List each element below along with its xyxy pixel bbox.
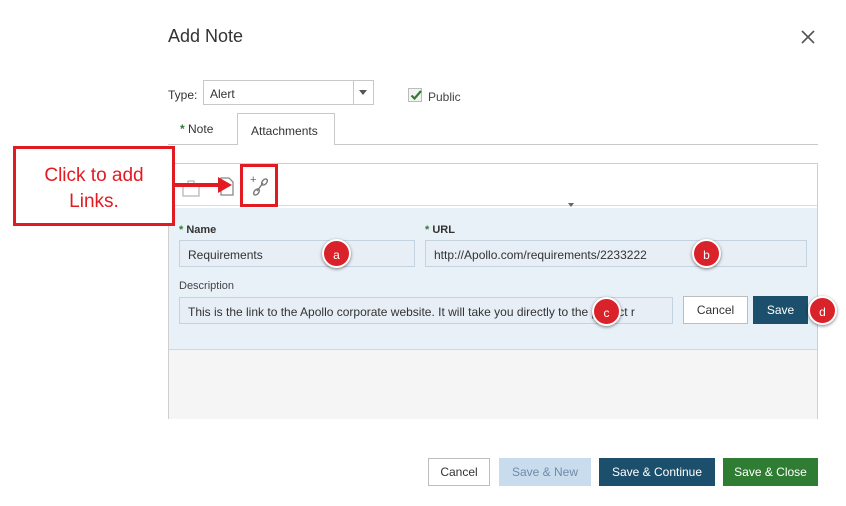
annotation-badge-c: c — [592, 297, 621, 326]
link-save-button[interactable]: Save — [753, 296, 808, 324]
tab-attachments-label: Attachments — [251, 124, 318, 138]
type-select[interactable]: Alert — [203, 80, 374, 105]
close-icon[interactable] — [798, 27, 818, 47]
type-select-value: Alert — [210, 87, 235, 101]
link-form — [169, 208, 817, 349]
delete-icon[interactable] — [180, 178, 202, 203]
type-label: Type: — [168, 88, 198, 102]
annotation-highlight-box — [240, 164, 278, 207]
chevron-down-icon[interactable] — [353, 81, 373, 104]
link-cancel-button[interactable]: Cancel — [683, 296, 748, 324]
callout-line-1: Click to add — [44, 165, 144, 186]
url-input[interactable]: http://Apollo.com/requirements/2233222 — [425, 240, 807, 267]
cancel-button[interactable]: Cancel — [428, 458, 490, 486]
annotation-arrow — [175, 183, 220, 187]
annotation-badge-b: b — [692, 239, 721, 268]
annotation-callout: Click to add Links. — [13, 146, 175, 226]
required-mark: * — [180, 122, 185, 136]
attachments-grid-empty — [169, 349, 817, 419]
tab-attachments[interactable]: Attachments — [237, 113, 335, 145]
public-checkbox[interactable] — [408, 88, 422, 102]
tab-note-label: Note — [188, 122, 214, 136]
name-input[interactable]: Requirements — [179, 240, 415, 267]
tab-note[interactable]: * Note — [180, 122, 213, 136]
annotation-badge-d: d — [808, 296, 837, 325]
save-continue-button[interactable]: Save & Continue — [599, 458, 715, 486]
public-label: Public — [428, 90, 461, 104]
save-new-button[interactable]: Save & New — [499, 458, 591, 486]
url-label: * URL — [425, 224, 455, 236]
name-label: * Name — [179, 224, 217, 236]
description-label: Description — [179, 280, 235, 292]
column-sort-icon — [568, 203, 574, 207]
dialog-title: Add Note — [168, 26, 244, 46]
annotation-badge-a: a — [322, 239, 351, 268]
checkmark-icon — [410, 90, 422, 101]
save-close-button[interactable]: Save & Close — [723, 458, 818, 486]
callout-line-2: Links. — [69, 191, 119, 212]
annotation-arrow-head — [218, 177, 232, 193]
